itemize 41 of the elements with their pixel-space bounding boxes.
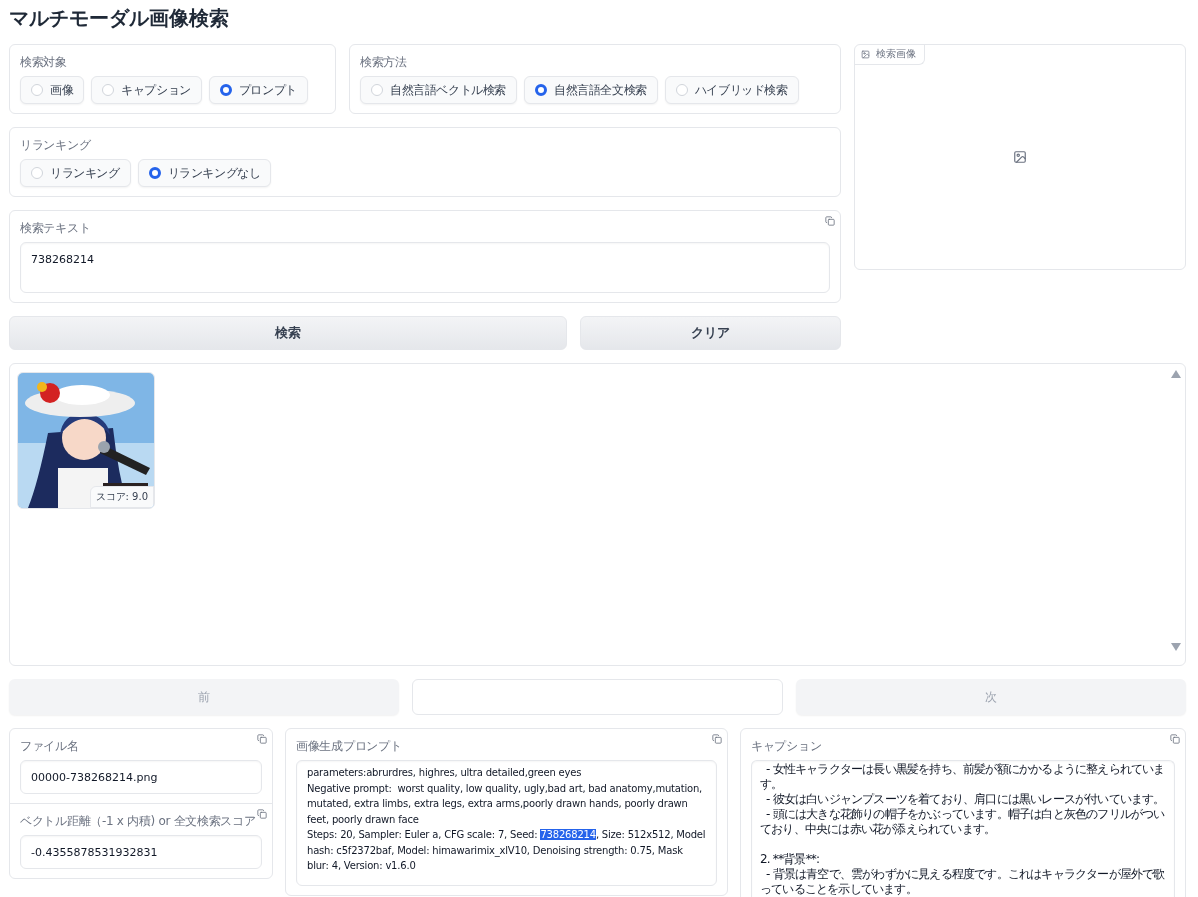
prompt-field[interactable]: parameters:abrurdres, highres, ultra detailed,green eyes Negative prompt: worst quality, low quality, ugly,bad art, bad anatomy,mutation, mutated, extra limbs, extra legs, extra arms,poorly drawn hands, poorly drawn feet, poorly drawn face Steps: 20, Sampler: Euler a, CFG scale: 7, Seed: 738268214, Size: 512x512, Model hash: c5f2372baf, Model: himawarimix_xlV10, Denoising strength: 0.75, Mask blur: 4, Version: v1.6.0 [296, 760, 717, 886]
field-label: 画像生成プロンプト [296, 738, 403, 754]
clear-button[interactable]: クリア [579, 316, 841, 350]
radio-icon[interactable] [219, 84, 232, 96]
scroll-down-icon[interactable] [1171, 643, 1181, 651]
scroll-up-icon[interactable] [1171, 370, 1181, 378]
score-label: スコア: 9.0 [89, 486, 154, 508]
image-placeholder-icon [1013, 150, 1027, 164]
search-button[interactable]: 検索 [9, 316, 567, 350]
radio-option[interactable]: キャプション [91, 76, 202, 104]
filename-field[interactable]: 00000-738268214.png [20, 760, 262, 794]
field-label: キャプション [751, 738, 823, 754]
image-upload-panel[interactable]: 検索画像 [854, 44, 1186, 270]
gallery-thumbnail[interactable]: スコア: 9.0 [17, 372, 155, 509]
copy-icon[interactable] [1168, 732, 1182, 746]
group-label: リランキング [20, 137, 92, 153]
group-label: 検索方法 [360, 54, 408, 70]
radio-option[interactable]: リランキングなし [137, 159, 272, 187]
search-text-field[interactable]: 738268214 [20, 242, 830, 293]
radio-option[interactable]: 自然言語全文検索 [524, 76, 658, 104]
page-field[interactable] [412, 679, 783, 715]
field-label: ベクトル距離（-1 x 内積) or 全文検索スコア [20, 813, 257, 829]
radio-option[interactable]: リランキング [20, 159, 131, 187]
copy-icon[interactable] [255, 807, 269, 821]
radio-option[interactable]: プロンプト [208, 76, 308, 104]
radio-option[interactable]: 自然言語ベクトル検索 [360, 76, 517, 104]
radio-option[interactable]: 画像 [20, 76, 85, 104]
field-label: ファイル名 [20, 738, 80, 754]
page-title: マルチモーダル画像検索 [9, 5, 230, 31]
caption-field[interactable]: - 女性キャラクターは長い黒髪を持ち、前髪が額にかかるように整えられています。 - 彼女は白いジャンプスーツを着ており、肩口には黒いレースが付いています。 - 頭には大きな花飾りの帽子をかぶっています。帽子は白と灰色のフリルがついており、中央には赤い花が添えられています。 2. **背景**: - 背景は青空で、雲がわずかに見える程度です。これはキャラクターが屋外で歌っていることを示しています。 [751, 760, 1175, 897]
copy-icon[interactable] [255, 732, 269, 746]
score-field[interactable]: -0.4355878531932831 [20, 835, 262, 869]
image-icon [861, 49, 870, 59]
copy-icon[interactable] [823, 214, 837, 228]
radio-option[interactable]: ハイブリッド検索 [664, 76, 799, 104]
copy-icon[interactable] [710, 732, 724, 746]
label-text: 検索画像 [876, 47, 916, 61]
radio-icon[interactable] [535, 84, 547, 96]
group-label: 検索対象 [20, 54, 68, 70]
radio-icon[interactable] [148, 167, 161, 179]
field-label: 検索テキスト [20, 220, 92, 236]
